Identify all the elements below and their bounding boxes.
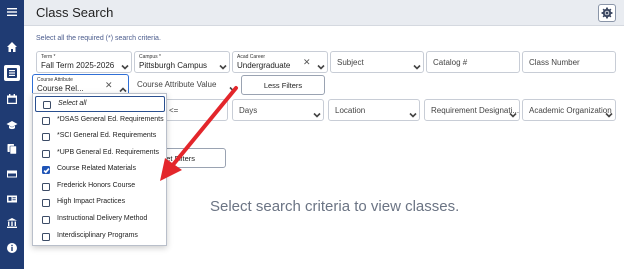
career-select[interactable]: Acad Career Undergraduate ✕ bbox=[232, 51, 328, 73]
checkbox[interactable] bbox=[42, 133, 50, 141]
nav-rail bbox=[0, 0, 24, 269]
dropdown-option-select-all[interactable]: Select all bbox=[35, 96, 165, 112]
chevron-down-icon bbox=[219, 58, 227, 70]
chevron-down-icon bbox=[317, 58, 325, 70]
dropdown-option[interactable]: High Impact Practices bbox=[33, 195, 166, 211]
dropdown-option[interactable]: *SCI General Ed. Requirements bbox=[33, 129, 166, 145]
term-select[interactable]: Term * Fall Term 2025-2026 bbox=[36, 51, 132, 73]
gear-icon bbox=[601, 7, 613, 19]
chevron-up-icon bbox=[119, 81, 127, 93]
class-number-input[interactable]: Class Number bbox=[522, 51, 616, 73]
chevron-down-icon bbox=[229, 80, 237, 92]
option-label: Instructional Delivery Method bbox=[57, 215, 148, 222]
subject-placeholder: Subject bbox=[337, 58, 364, 67]
dropdown-option[interactable]: Frederick Honors Course bbox=[33, 179, 166, 195]
catalog-number-input[interactable]: Catalog # bbox=[426, 51, 520, 73]
checkbox[interactable] bbox=[42, 216, 50, 224]
location-placeholder: Location bbox=[335, 106, 366, 115]
term-label: Term * bbox=[41, 54, 56, 60]
chevron-down-icon bbox=[313, 106, 321, 118]
checkbox[interactable] bbox=[42, 150, 50, 158]
course-attribute-value: Course Rel... bbox=[37, 84, 84, 93]
option-label: Select all bbox=[58, 100, 87, 107]
dropdown-option-course-related-materials[interactable]: Course Related Materials bbox=[33, 162, 166, 178]
option-label: Interdisciplinary Programs bbox=[57, 232, 138, 239]
start-time-operator[interactable]: <= bbox=[164, 99, 228, 121]
option-label: Course Related Materials bbox=[57, 165, 136, 172]
grid-icon[interactable] bbox=[4, 65, 20, 81]
location-select[interactable]: Location bbox=[328, 99, 420, 121]
checkbox-checked[interactable] bbox=[42, 166, 50, 174]
requirement-placeholder: Requirement Designati... bbox=[431, 106, 520, 115]
campus-select[interactable]: Campus * Pittsburgh Campus bbox=[134, 51, 230, 73]
campus-value: Pittsburgh Campus bbox=[139, 61, 208, 70]
chevron-down-icon bbox=[409, 106, 417, 118]
start-time-operator-text: <= bbox=[169, 106, 179, 115]
option-label: *UPB General Ed. Requirements bbox=[57, 149, 159, 156]
requirement-designation-select[interactable]: Requirement Designati... bbox=[424, 99, 520, 121]
career-label: Acad Career bbox=[237, 54, 266, 60]
graduation-cap-icon[interactable] bbox=[4, 117, 20, 133]
days-select[interactable]: Days bbox=[232, 99, 324, 121]
chevron-down-icon bbox=[121, 58, 129, 70]
clear-icon[interactable]: ✕ bbox=[105, 80, 113, 91]
home-icon[interactable] bbox=[4, 39, 20, 55]
checkbox[interactable] bbox=[42, 233, 50, 241]
option-label: High Impact Practices bbox=[57, 198, 126, 205]
info-icon[interactable] bbox=[4, 240, 20, 256]
clear-icon[interactable]: ✕ bbox=[303, 57, 311, 68]
chevron-down-icon bbox=[509, 106, 517, 118]
credit-card-icon[interactable] bbox=[4, 166, 20, 182]
page-header: Class Search bbox=[24, 0, 624, 26]
chevron-down-icon bbox=[413, 58, 421, 70]
checkbox[interactable] bbox=[43, 101, 51, 109]
settings-button[interactable] bbox=[598, 4, 616, 22]
course-attribute-dropdown: Select all *DSAS General Ed. Requirement… bbox=[32, 93, 167, 246]
career-value: Undergraduate bbox=[237, 61, 291, 70]
less-filters-button[interactable]: Less Filters bbox=[241, 75, 325, 95]
campus-label: Campus * bbox=[139, 54, 161, 60]
checkbox[interactable] bbox=[42, 117, 50, 125]
dropdown-option[interactable]: *UPB General Ed. Requirements bbox=[33, 146, 166, 162]
checkbox[interactable] bbox=[42, 199, 50, 207]
course-attribute-value-placeholder: Course Attribute Value bbox=[137, 80, 217, 89]
academic-organization-select[interactable]: Academic Organization bbox=[522, 99, 616, 121]
dropdown-option[interactable]: Interdisciplinary Programs bbox=[33, 229, 166, 245]
term-value: Fall Term 2025-2026 bbox=[41, 61, 115, 70]
subject-select[interactable]: Subject bbox=[330, 51, 424, 73]
calendar-icon[interactable] bbox=[4, 91, 20, 107]
option-label: *DSAS General Ed. Requirements bbox=[57, 116, 164, 123]
menu-icon[interactable] bbox=[4, 4, 20, 20]
id-card-icon[interactable] bbox=[4, 191, 20, 207]
empty-state-message: Select search criteria to view classes. bbox=[210, 198, 460, 215]
bank-icon[interactable] bbox=[4, 215, 20, 231]
chevron-down-icon bbox=[605, 106, 613, 118]
dropdown-option[interactable]: *DSAS General Ed. Requirements bbox=[33, 113, 166, 129]
page-title: Class Search bbox=[36, 5, 114, 20]
academic-org-placeholder: Academic Organization bbox=[529, 106, 612, 115]
class-number-placeholder: Class Number bbox=[529, 58, 580, 67]
check-icon bbox=[43, 168, 50, 174]
documents-icon[interactable] bbox=[4, 141, 20, 157]
dropdown-option[interactable]: Instructional Delivery Method bbox=[33, 212, 166, 228]
option-label: Frederick Honors Course bbox=[57, 182, 136, 189]
catalog-placeholder: Catalog # bbox=[433, 58, 468, 67]
instructions-text: Select all the required (*) search crite… bbox=[36, 35, 161, 42]
days-placeholder: Days bbox=[239, 106, 258, 115]
course-attribute-label: Course Attribute bbox=[37, 77, 73, 83]
option-label: *SCI General Ed. Requirements bbox=[57, 132, 157, 139]
checkbox[interactable] bbox=[42, 183, 50, 191]
